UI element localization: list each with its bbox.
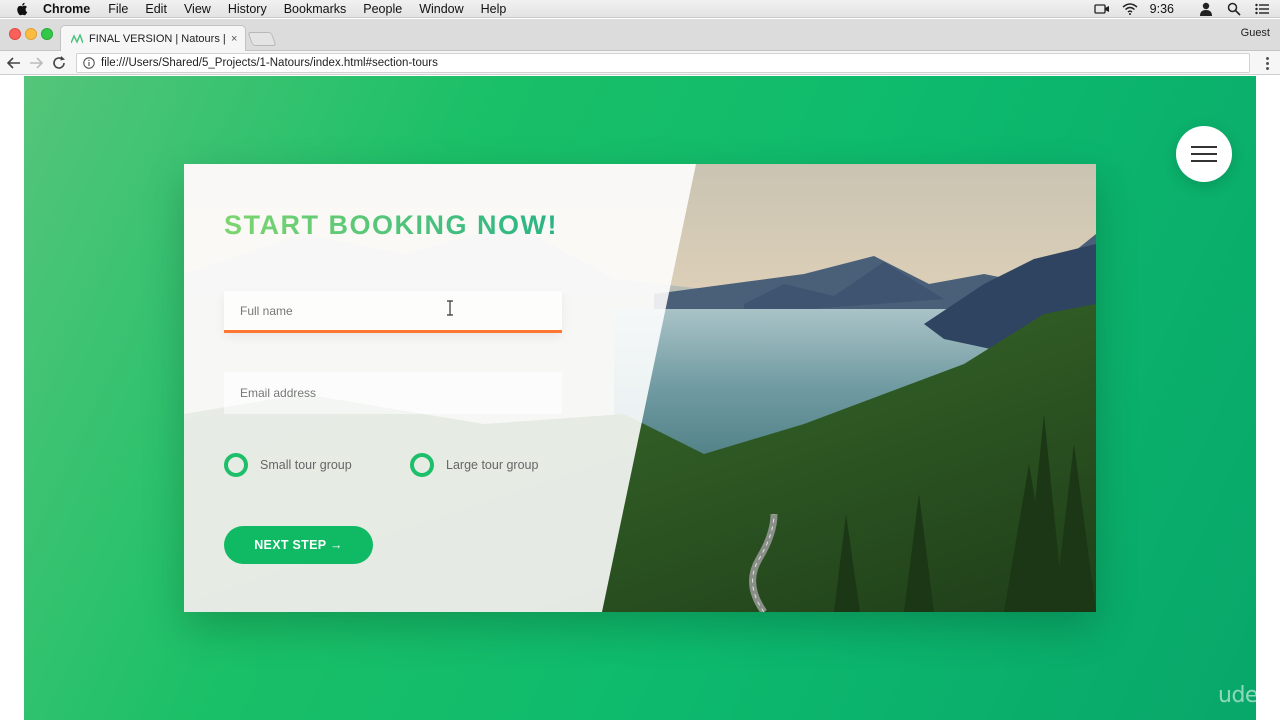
menubar-clock[interactable]: 9:36 (1150, 2, 1174, 16)
radio-circle-icon[interactable] (224, 453, 248, 477)
browser-tabstrip: FINAL VERSION | Natours | Ex × Guest (0, 19, 1280, 51)
browser-toolbar: file:///Users/Shared/5_Projects/1-Natour… (0, 51, 1280, 75)
radio-circle-icon[interactable] (410, 453, 434, 477)
wifi-icon[interactable] (1122, 2, 1138, 16)
menu-people[interactable]: People (363, 0, 402, 18)
menu-bookmarks[interactable]: Bookmarks (284, 0, 347, 18)
menu-edit[interactable]: Edit (145, 0, 167, 18)
radio-large-label[interactable]: Large tour group (446, 458, 538, 472)
reload-icon[interactable] (51, 55, 67, 71)
tab-title: FINAL VERSION | Natours | Ex (89, 32, 227, 45)
hamburger-line (1191, 146, 1217, 148)
menu-file[interactable]: File (108, 0, 128, 18)
booking-card: START BOOKING NOW! Full name Email addre… (184, 164, 1096, 612)
radio-large-tour[interactable]: Large tour group (410, 453, 538, 477)
booking-section: START BOOKING NOW! Full name Email addre… (24, 76, 1280, 720)
window-fullscreen-button[interactable] (41, 28, 53, 40)
spotlight-search-icon[interactable] (1226, 2, 1242, 16)
hamburger-menu-button[interactable] (1176, 126, 1232, 182)
menu-history[interactable]: History (228, 0, 267, 18)
back-arrow-icon[interactable] (6, 55, 22, 71)
browser-tab-active[interactable]: FINAL VERSION | Natours | Ex × (60, 25, 246, 51)
next-step-button[interactable]: NEXT STEP → (224, 526, 373, 564)
screen-record-icon[interactable] (1094, 2, 1110, 16)
radio-small-tour[interactable]: Small tour group (224, 453, 352, 477)
fullname-placeholder: Full name (240, 303, 293, 318)
menu-app-chrome[interactable]: Chrome (43, 0, 90, 18)
email-placeholder: Email address (240, 386, 317, 400)
window-close-button[interactable] (9, 28, 21, 40)
address-url: file:///Users/Shared/5_Projects/1-Natour… (101, 57, 438, 69)
page-info-icon[interactable] (82, 56, 96, 70)
tab-close-icon[interactable]: × (231, 33, 237, 45)
macos-menubar: Chrome File Edit View History Bookmarks … (0, 0, 1280, 18)
menu-view[interactable]: View (184, 0, 211, 18)
forward-arrow-icon[interactable] (28, 55, 44, 71)
text-cursor-icon (447, 300, 453, 316)
fullname-input[interactable]: Full name (224, 291, 562, 333)
address-bar[interactable]: file:///Users/Shared/5_Projects/1-Natour… (76, 53, 1250, 73)
notification-center-icon[interactable] (1254, 2, 1270, 16)
new-tab-button[interactable] (247, 32, 277, 46)
radio-small-label[interactable]: Small tour group (260, 458, 352, 472)
apple-icon[interactable] (15, 2, 29, 16)
hamburger-line (1191, 160, 1217, 162)
natours-favicon-icon (71, 33, 83, 44)
window-minimize-button[interactable] (25, 28, 37, 40)
user-icon[interactable] (1198, 2, 1214, 16)
browser-menu-icon[interactable] (1262, 55, 1272, 71)
email-input[interactable]: Email address (224, 372, 562, 414)
hamburger-line (1191, 153, 1217, 155)
profile-button[interactable]: Guest (1241, 27, 1270, 39)
menu-help[interactable]: Help (481, 0, 507, 18)
udemy-watermark: udemy (1218, 683, 1280, 708)
page-viewport: START BOOKING NOW! Full name Email addre… (0, 76, 1280, 720)
booking-heading: START BOOKING NOW! (224, 210, 558, 240)
menubar-status-area: 9:36 (1082, 0, 1280, 18)
menu-window[interactable]: Window (419, 0, 463, 18)
